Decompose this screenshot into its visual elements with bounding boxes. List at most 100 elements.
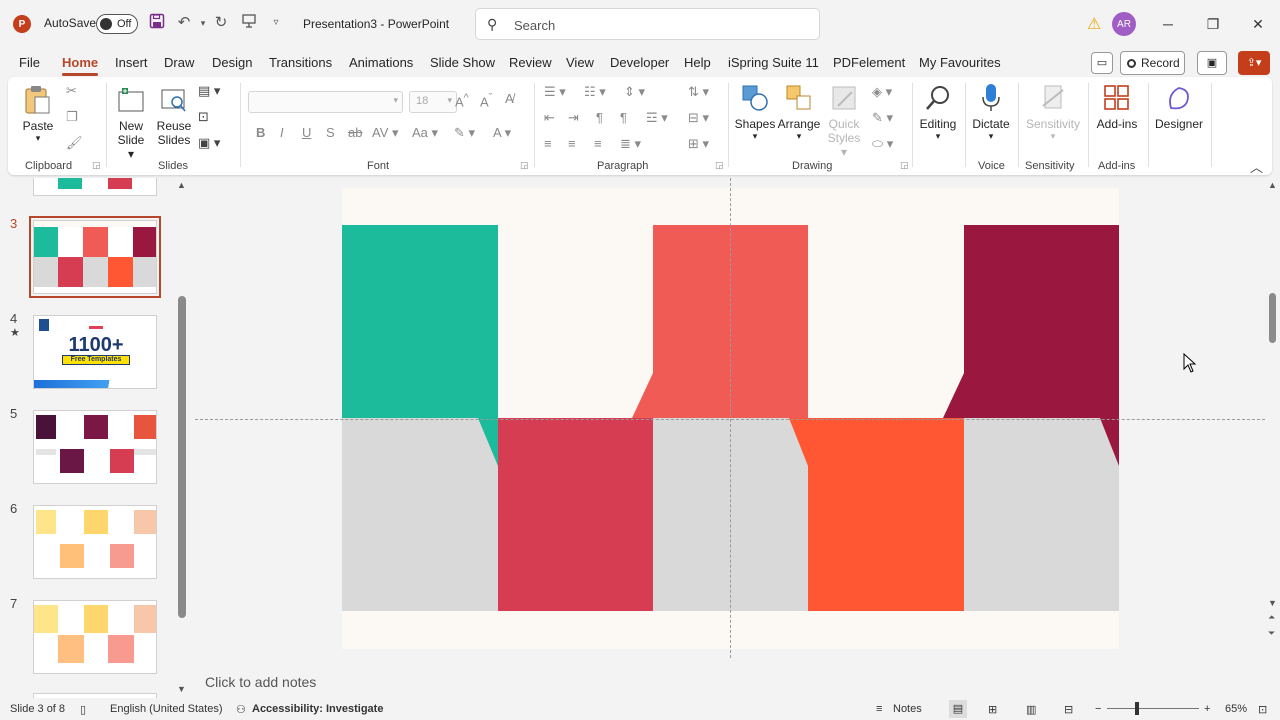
tab-transitions[interactable]: Transitions <box>269 55 332 70</box>
font-size-select[interactable]: 18 ▾ <box>409 91 457 113</box>
paste-button[interactable]: Paste ▾ <box>20 85 56 144</box>
notes-pane[interactable] <box>193 667 1280 697</box>
align-text-icon[interactable]: ⊟ ▾ <box>688 110 709 126</box>
scroll-up-icon[interactable]: ▲ <box>1268 180 1277 190</box>
present-from-start-icon[interactable] <box>239 13 259 33</box>
align-center-icon[interactable]: ≡ <box>568 136 576 151</box>
underline-icon[interactable]: U <box>302 125 311 140</box>
editing-button[interactable]: Editing ▾ <box>916 83 960 142</box>
line-spacing-icon[interactable]: ⇕ ▾ <box>624 84 645 100</box>
decrease-indent-icon[interactable]: ⇤ <box>544 110 555 126</box>
undo-icon[interactable]: ↶ <box>174 13 194 33</box>
slide-thumbnail-7[interactable] <box>33 600 157 674</box>
paragraph-launcher-icon[interactable]: ◲ <box>715 160 724 171</box>
comments-icon[interactable]: ▭ <box>1091 52 1113 74</box>
close-button[interactable]: ✕ <box>1246 12 1270 36</box>
increase-indent-icon[interactable]: ⇥ <box>568 110 579 126</box>
fit-to-window-icon[interactable]: ⊡ <box>1258 703 1267 716</box>
font-family-select[interactable]: ▾ <box>248 91 403 113</box>
add-ins-button[interactable]: Add-ins <box>1094 83 1140 131</box>
font-launcher-icon[interactable]: ◲ <box>520 160 529 171</box>
cut-icon[interactable]: ✂ <box>66 83 77 99</box>
collapse-ribbon-icon[interactable]: ︿ <box>1250 157 1263 176</box>
share-icon[interactable]: ⇪▾ <box>1238 51 1270 75</box>
font-color-icon[interactable]: A ▾ <box>493 125 511 141</box>
paste-dropdown-icon[interactable]: ▾ <box>20 133 56 144</box>
canvas-scrollbar[interactable] <box>1269 293 1276 343</box>
slideshow-view-icon[interactable]: ⊟ <box>1064 703 1073 716</box>
slide-thumbnail-3[interactable] <box>29 216 161 298</box>
tab-insert[interactable]: Insert <box>115 55 148 70</box>
warning-icon[interactable]: ⚠ <box>1087 14 1105 33</box>
shape-fill-icon[interactable]: ◈ ▾ <box>872 84 892 100</box>
notes-toggle[interactable]: Notes <box>893 703 922 715</box>
undo-dropdown-icon[interactable]: ▾ <box>193 13 213 33</box>
clear-formatting-icon[interactable]: A̸ <box>505 91 514 106</box>
tab-file[interactable]: File <box>19 55 40 70</box>
pane-scrollbar[interactable] <box>178 296 186 618</box>
present-teams-icon[interactable]: ▣ <box>1197 51 1227 75</box>
tab-view[interactable]: View <box>566 55 594 70</box>
pane-scroll-down-icon[interactable]: ▼ <box>177 684 186 694</box>
text-direction-icon[interactable]: ⇅ ▾ <box>688 84 709 100</box>
notes-placeholder[interactable]: Click to add notes <box>205 674 316 690</box>
highlight-icon[interactable]: ✎ ▾ <box>454 125 475 141</box>
ltr-icon[interactable]: ¶ <box>620 110 627 125</box>
pane-scroll-up-icon[interactable]: ▲ <box>177 180 186 190</box>
sensitivity-button[interactable]: Sensitivity ▾ <box>1022 83 1084 142</box>
italic-icon[interactable]: I <box>280 125 284 140</box>
reuse-slides-button[interactable]: Reuse Slides <box>156 85 192 147</box>
zoom-level[interactable]: 65% <box>1225 703 1247 715</box>
justify-icon[interactable]: ≣ ▾ <box>620 136 641 152</box>
align-left-icon[interactable]: ≡ <box>544 136 552 151</box>
crimson-block-shape[interactable] <box>498 418 653 611</box>
tab-ispring[interactable]: iSpring Suite 11 <box>728 55 819 70</box>
slide-thumbnail-5[interactable] <box>33 410 157 484</box>
language-indicator[interactable]: English (United States) <box>110 703 223 715</box>
redo-icon[interactable]: ↻ <box>211 13 231 33</box>
slide-thumbnail-pane[interactable]: 3 4 ★ 1100+ Free Templates 5 6 7 ▲ ▼ <box>0 178 193 698</box>
decrease-font-icon[interactable]: Aˇ <box>480 92 492 109</box>
slide-thumbnail-4[interactable]: 1100+ Free Templates <box>33 315 157 389</box>
zoom-slider-thumb[interactable] <box>1135 702 1139 715</box>
record-button[interactable]: Record <box>1120 51 1185 75</box>
dictate-button[interactable]: Dictate ▾ <box>969 83 1013 142</box>
tab-help[interactable]: Help <box>684 55 711 70</box>
tab-home[interactable]: Home <box>62 55 99 76</box>
numbering-icon[interactable]: ☷ ▾ <box>584 84 606 100</box>
layout-icon[interactable]: ▤ ▾ <box>198 83 220 99</box>
new-slide-button[interactable]: New Slide ▾ <box>114 85 148 161</box>
tab-my-favourites[interactable]: My Favourites <box>919 55 1001 70</box>
align-right-icon[interactable]: ≡ <box>594 136 602 151</box>
bold-icon[interactable]: B <box>256 125 265 140</box>
avatar[interactable]: AR <box>1112 12 1136 36</box>
quick-styles-button[interactable]: Quick Styles ▾ <box>824 83 864 159</box>
character-spacing-icon[interactable]: AV ▾ <box>372 125 399 141</box>
reset-icon[interactable]: ⊡ <box>198 109 209 125</box>
slide-thumbnail-6[interactable] <box>33 505 157 579</box>
copy-icon[interactable]: ❐ <box>66 109 78 125</box>
increase-font-icon[interactable]: A^ <box>455 92 469 109</box>
zoom-in-icon[interactable]: + <box>1204 703 1210 715</box>
columns-icon[interactable]: ☲ ▾ <box>646 110 668 126</box>
tab-animations[interactable]: Animations <box>349 55 413 70</box>
restore-button[interactable]: ❐ <box>1201 12 1225 36</box>
next-slide-icon[interactable]: ⏷ <box>1268 628 1275 639</box>
search-box[interactable]: ⚲ Search <box>475 8 820 40</box>
tab-design[interactable]: Design <box>212 55 252 70</box>
slide-sorter-icon[interactable]: ⊞ <box>988 703 997 716</box>
change-case-icon[interactable]: Aa ▾ <box>412 125 438 141</box>
slide-thumbnail-2[interactable] <box>33 178 157 196</box>
orange-block-shape[interactable] <box>789 418 964 611</box>
tab-developer[interactable]: Developer <box>610 55 669 70</box>
designer-button[interactable]: Designer <box>1154 83 1204 131</box>
format-painter-icon[interactable]: 🖌 <box>66 135 83 151</box>
shapes-button[interactable]: Shapes ▾ <box>734 83 776 142</box>
arrange-button[interactable]: Arrange ▾ <box>776 83 822 142</box>
spelling-icon[interactable]: ▯ <box>80 703 86 716</box>
accessibility-status[interactable]: Accessibility: Investigate <box>252 703 383 715</box>
normal-view-icon[interactable]: ▤ <box>949 700 967 718</box>
reading-view-icon[interactable]: ▥ <box>1026 703 1036 716</box>
tab-draw[interactable]: Draw <box>164 55 194 70</box>
bullets-icon[interactable]: ☰ ▾ <box>544 84 566 100</box>
